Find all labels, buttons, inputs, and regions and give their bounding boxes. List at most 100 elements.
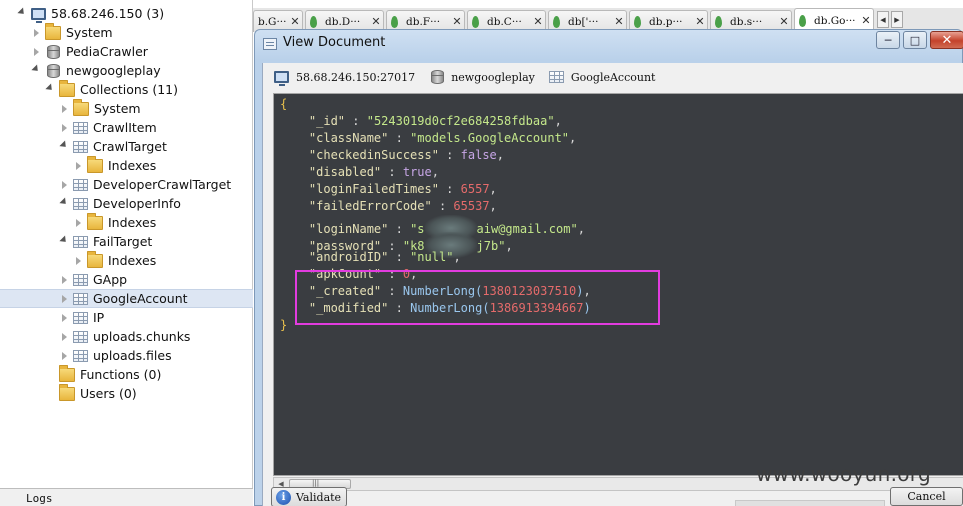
json-field-line[interactable]: "androidID" : "null", bbox=[280, 249, 591, 266]
database-icon bbox=[47, 63, 60, 78]
tree-item[interactable]: System bbox=[0, 22, 253, 42]
collapse-arrow-icon[interactable] bbox=[72, 160, 84, 172]
json-field-line[interactable]: "loginFailedTimes" : 6557, bbox=[280, 181, 591, 198]
tree-item[interactable]: Indexes bbox=[0, 250, 253, 270]
validate-button[interactable]: i Validate bbox=[271, 487, 347, 506]
tree-item[interactable]: IP bbox=[0, 308, 253, 327]
tree-item-label: newgoogleplay bbox=[66, 63, 161, 78]
tree-item[interactable]: Indexes bbox=[0, 212, 253, 232]
collapse-arrow-icon[interactable] bbox=[58, 179, 70, 191]
comma: , bbox=[489, 199, 497, 213]
json-value: "models.GoogleAccount" bbox=[410, 131, 570, 145]
folder-icon bbox=[87, 212, 103, 230]
collection-icon bbox=[73, 121, 88, 134]
json-field-line[interactable]: "failedErrorCode" : 65537, bbox=[280, 198, 591, 215]
json-open-brace[interactable]: { bbox=[280, 96, 591, 113]
expand-arrow-icon[interactable] bbox=[44, 84, 56, 96]
maximize-button[interactable]: □ bbox=[903, 31, 927, 49]
tree-item[interactable]: Collections (11) bbox=[0, 79, 253, 99]
folder-icon bbox=[45, 22, 61, 40]
tree-item-label: uploads.files bbox=[93, 348, 172, 363]
mongodb-leaf-icon bbox=[799, 14, 806, 27]
tab-close-icon[interactable]: ✕ bbox=[288, 15, 302, 28]
collapse-arrow-icon[interactable] bbox=[58, 103, 70, 115]
json-value: true bbox=[402, 165, 432, 179]
collapse-arrow-icon[interactable] bbox=[58, 293, 70, 305]
colon: : bbox=[345, 114, 367, 128]
tree-item-label: uploads.chunks bbox=[93, 329, 191, 344]
tab-close-icon[interactable]: ✕ bbox=[612, 15, 626, 28]
json-field-line[interactable]: "_id" : "5243019d0cf2e684258fdbaa", bbox=[280, 113, 591, 130]
tree-item[interactable]: uploads.chunks bbox=[0, 327, 253, 346]
json-field-line[interactable]: "className" : "models.GoogleAccount", bbox=[280, 130, 591, 147]
tab-scroll-left-icon[interactable]: ◀ bbox=[877, 11, 889, 28]
json-value: "null" bbox=[410, 250, 454, 264]
collection-icon bbox=[73, 330, 88, 343]
tab-close-icon[interactable]: ✕ bbox=[693, 15, 707, 28]
collapse-arrow-icon[interactable] bbox=[58, 312, 70, 324]
tree-item[interactable]: newgoogleplay bbox=[0, 61, 253, 80]
expand-arrow-icon[interactable] bbox=[58, 141, 70, 153]
folder-icon bbox=[87, 155, 103, 173]
close-button[interactable]: ✕ bbox=[930, 31, 963, 49]
tab-close-icon[interactable]: ✕ bbox=[777, 15, 791, 28]
comma: , bbox=[489, 182, 497, 196]
tree-item[interactable]: FailTarget bbox=[0, 232, 253, 251]
json-value: "5243019d0cf2e684258fdbaa" bbox=[366, 114, 555, 128]
tree-item[interactable]: 58.68.246.150 (3) bbox=[0, 4, 253, 23]
tab-close-icon[interactable]: ✕ bbox=[531, 15, 545, 28]
comma: , bbox=[554, 114, 562, 128]
tree-item[interactable]: GoogleAccount bbox=[0, 289, 253, 308]
expand-arrow-icon[interactable] bbox=[16, 8, 28, 20]
collection-icon bbox=[73, 349, 88, 362]
logs-tab[interactable]: Logs bbox=[0, 488, 253, 506]
folder-icon bbox=[59, 364, 75, 382]
expand-arrow-icon[interactable] bbox=[58, 236, 70, 248]
expand-arrow-icon[interactable] bbox=[58, 198, 70, 210]
tree-item[interactable]: GApp bbox=[0, 270, 253, 289]
collapse-arrow-icon[interactable] bbox=[58, 350, 70, 362]
tree-item[interactable]: System bbox=[0, 98, 253, 118]
tree-item[interactable]: Users (0) bbox=[0, 383, 253, 403]
json-field-line[interactable]: "checkedinSuccess" : false, bbox=[280, 147, 591, 164]
document-editor[interactable]: { "_id" : "5243019d0cf2e684258fdbaa", "c… bbox=[273, 93, 963, 476]
collapse-arrow-icon[interactable] bbox=[58, 331, 70, 343]
tree-item[interactable]: CrawlItem bbox=[0, 118, 253, 137]
expand-arrow-icon[interactable] bbox=[30, 65, 42, 77]
json-field-line[interactable]: "disabled" : true, bbox=[280, 164, 591, 181]
collapse-arrow-icon[interactable] bbox=[72, 255, 84, 267]
tab-close-icon[interactable]: ✕ bbox=[859, 14, 873, 27]
tree-item[interactable]: PediaCrawler bbox=[0, 42, 253, 61]
tab-scroll-right-icon[interactable]: ▶ bbox=[891, 11, 903, 28]
tree-item[interactable]: Indexes bbox=[0, 155, 253, 175]
collapse-arrow-icon[interactable] bbox=[58, 274, 70, 286]
view-document-dialog: View Document ─ □ ✕ 58.68.246.150:27017 … bbox=[254, 29, 963, 506]
json-value-suffix: j7b" bbox=[476, 239, 506, 253]
tree-item[interactable]: uploads.files bbox=[0, 346, 253, 365]
collection-name: GoogleAccount bbox=[570, 70, 656, 84]
tree-item[interactable]: DeveloperCrawlTarget bbox=[0, 175, 253, 194]
json-key: "disabled" bbox=[308, 165, 382, 179]
document-icon bbox=[263, 38, 277, 50]
collection-tree[interactable]: 58.68.246.150 (3) System PediaCrawler newgo… bbox=[0, 0, 253, 506]
collapse-arrow-icon[interactable] bbox=[58, 122, 70, 134]
server-info: 58.68.246.150:27017 bbox=[274, 71, 415, 86]
cancel-button[interactable]: Cancel bbox=[890, 487, 963, 506]
collapse-arrow-icon[interactable] bbox=[30, 27, 42, 39]
tree-item[interactable]: Functions (0) bbox=[0, 364, 253, 384]
minimize-button[interactable]: ─ bbox=[876, 31, 900, 49]
json-field-line[interactable]: "loginName" : "s aiw@gmail.com", bbox=[280, 215, 591, 241]
tree-item[interactable]: CrawlTarget bbox=[0, 137, 253, 156]
tab-close-icon[interactable]: ✕ bbox=[369, 15, 383, 28]
database-info: newgoogleplay bbox=[429, 70, 535, 84]
tree-item-label: CrawlItem bbox=[93, 120, 157, 135]
collection-icon bbox=[73, 235, 88, 248]
collapse-arrow-icon[interactable] bbox=[30, 46, 42, 58]
tab-close-icon[interactable]: ✕ bbox=[450, 15, 464, 28]
colon: : bbox=[388, 131, 411, 145]
collapse-arrow-icon bbox=[44, 369, 56, 381]
tree-item[interactable]: DeveloperInfo bbox=[0, 194, 253, 213]
collapse-arrow-icon[interactable] bbox=[72, 217, 84, 229]
